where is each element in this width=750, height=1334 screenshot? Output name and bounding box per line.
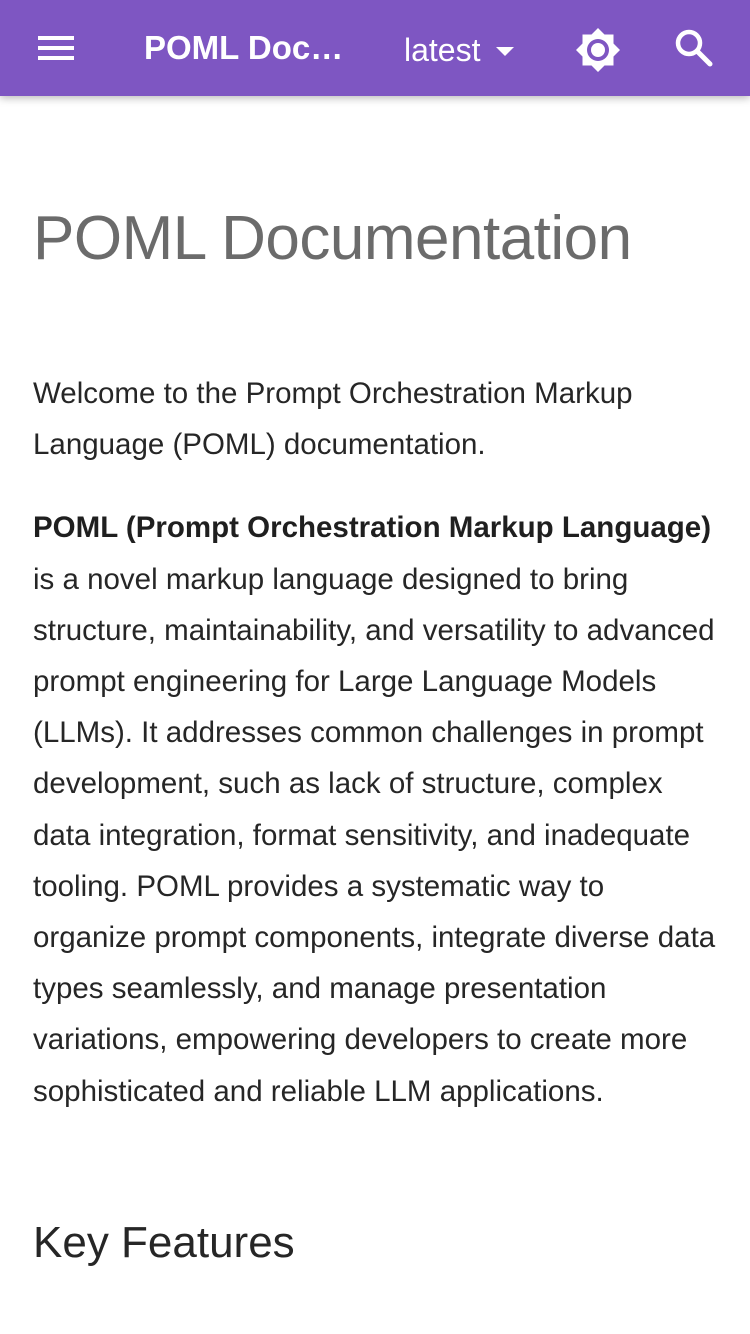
- description-bold-term: POML (Prompt Orchestration Markup Langua…: [33, 511, 712, 545]
- intro-paragraph: Welcome to the Prompt Orchestration Mark…: [33, 377, 633, 462]
- main-content: POML Documentation Welcome to the Prompt…: [33, 96, 718, 1273]
- section-heading-key-features: Key Features: [33, 1217, 295, 1267]
- top-app-bar: POML Documentation latest: [0, 0, 750, 96]
- search-icon[interactable]: [670, 24, 718, 72]
- version-label: latest: [404, 32, 481, 68]
- page-title: POML Documentation: [33, 204, 632, 273]
- description-paragraph: POML (Prompt Orchestration Markup Langua…: [33, 502, 718, 1116]
- brightness-toggle-icon[interactable]: [574, 26, 622, 74]
- header-title[interactable]: POML Documentation: [144, 26, 349, 70]
- version-selector[interactable]: latest: [404, 26, 515, 74]
- hamburger-menu-icon[interactable]: [28, 24, 84, 72]
- description-text: is a novel markup language designed to b…: [33, 562, 716, 1108]
- caret-down-icon: [496, 46, 515, 56]
